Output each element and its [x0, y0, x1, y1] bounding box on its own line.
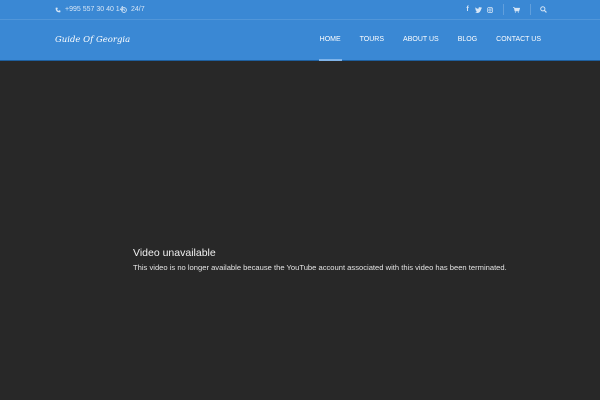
opening-hours: 24/7: [121, 0, 145, 19]
video-error-title: Video unavailable: [133, 247, 216, 259]
clock-icon: [121, 6, 127, 13]
social-links: f: [462, 0, 495, 19]
hours-text: 24/7: [131, 6, 145, 13]
twitter-icon[interactable]: [473, 0, 484, 19]
nav-contact-us[interactable]: CONTACT US: [491, 20, 546, 60]
search-button[interactable]: [536, 0, 550, 19]
instagram-icon[interactable]: [484, 0, 495, 19]
phone-icon: [55, 7, 61, 12]
facebook-icon[interactable]: f: [462, 0, 473, 19]
divider: [503, 4, 504, 15]
main-menu: HOME TOURS ABOUT US BLOG CONTACT US: [306, 20, 546, 61]
cart-button[interactable]: [509, 0, 523, 19]
search-icon: [539, 6, 547, 13]
video-error-message: This video is no longer available becaus…: [133, 263, 507, 272]
top-bar: +995 557 30 40 14 24/7 f: [0, 0, 600, 20]
nav-about-us[interactable]: ABOUT US: [398, 20, 444, 60]
site-logo[interactable]: Guide Of Georgia: [55, 20, 130, 60]
main-navbar: Guide Of Georgia HOME TOURS ABOUT US BLO…: [0, 20, 600, 61]
cart-icon: [512, 6, 520, 13]
nav-home[interactable]: HOME: [315, 20, 346, 61]
video-player[interactable]: Video unavailable This video is no longe…: [0, 61, 600, 400]
phone-number: +995 557 30 40 14: [65, 6, 124, 13]
nav-tours[interactable]: TOURS: [355, 20, 389, 60]
nav-blog[interactable]: BLOG: [453, 20, 482, 60]
divider: [530, 4, 531, 15]
phone-contact[interactable]: +995 557 30 40 14: [55, 0, 124, 19]
